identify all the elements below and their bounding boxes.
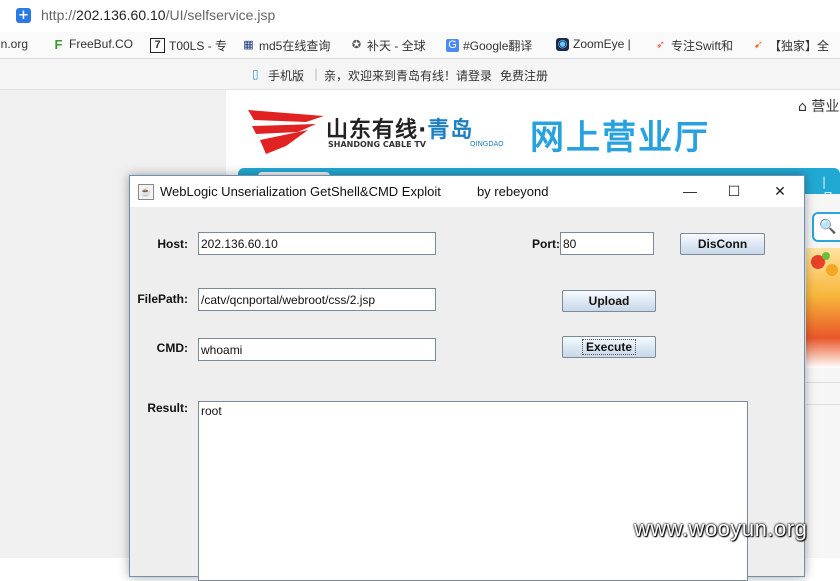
bookmark-label: T00LS - 专 — [169, 39, 228, 53]
watermark: www.wooyun.org — [634, 516, 808, 541]
bookmark-label: ZoomEye | — [573, 37, 631, 51]
logo-english: SHANDONG CABLE TV — [328, 140, 426, 149]
bookmark-un[interactable]: un.org — [0, 37, 28, 51]
bookmark-butian[interactable]: ✪ 补天 - 全球 — [350, 37, 426, 54]
bookmark-md5[interactable]: ▦ md5在线查询 — [242, 37, 330, 54]
grid-icon: ▦ — [243, 39, 254, 51]
execute-button[interactable]: Execute — [562, 336, 656, 358]
bookmark-zoomeye[interactable]: ◉ ZoomEye | — [556, 37, 631, 51]
bookmark-t00ls[interactable]: 7 T00LS - 专 — [150, 37, 227, 54]
java-icon: ☕ — [138, 184, 154, 200]
divider — [806, 382, 840, 383]
url-prefix: http:// — [41, 7, 77, 23]
port-label: Port: — [532, 237, 560, 251]
site-topbar: ▯ 手机版 | 亲，欢迎来到青岛有线！请 登录 免费注册 — [0, 59, 840, 90]
address-bar[interactable]: + http://202.136.60.10/UI/selfservice.js… — [0, 0, 840, 33]
search-icon[interactable]: 🔍 — [812, 212, 840, 242]
result-textarea[interactable]: root — [198, 401, 748, 581]
logo-city: 青岛 — [427, 118, 474, 143]
login-link[interactable]: 登录 — [468, 67, 492, 84]
logo-english-city: QINGDAO — [470, 140, 504, 148]
url-text[interactable]: http://202.136.60.10/UI/selfservice.jsp — [41, 7, 275, 23]
filepath-label: FilePath: — [137, 292, 188, 306]
bookmark-label: #Google翻译 — [463, 39, 533, 53]
window-title: WebLogic Unserialization GetShell&CMD Ex… — [160, 184, 549, 199]
bookmark-google-translate[interactable]: G #Google翻译 — [446, 37, 532, 54]
bookmark-label: 【独家】全 — [769, 39, 830, 53]
host-label: Host: — [157, 237, 188, 251]
site-info-icon[interactable]: + — [16, 8, 31, 23]
bookmark-label: FreeBuf.CO — [69, 37, 134, 51]
translate-icon: G — [446, 39, 459, 52]
maximize-button[interactable]: ☐ — [714, 180, 754, 202]
bookmark-label: 专注Swift和 — [671, 39, 734, 53]
upload-button[interactable]: Upload — [562, 290, 656, 312]
cmd-input[interactable]: whoami — [198, 338, 436, 361]
bookmark-freebuf[interactable]: F FreeBuf.CO — [52, 36, 134, 52]
cmd-label: CMD: — [156, 341, 188, 355]
topbar-divider: | — [314, 67, 319, 81]
bookmark-swift[interactable]: ➶ 专注Swift和 — [654, 37, 733, 54]
promo-decoration — [811, 252, 838, 276]
minimize-button[interactable]: — — [670, 180, 710, 202]
freebuf-icon: F — [54, 36, 63, 52]
home-icon: ⌂ — [798, 99, 807, 115]
welcome-text: 亲，欢迎来到青岛有线！请 — [324, 69, 469, 83]
port-input[interactable]: 80 — [560, 232, 654, 255]
eye-icon: ◉ — [556, 37, 569, 51]
url-host: 202.136.60.10 — [76, 7, 166, 23]
host-input[interactable]: 202.136.60.10 — [198, 232, 436, 255]
bookmark-label: un.org — [0, 37, 29, 51]
window-titlebar[interactable]: ☕ WebLogic Unserialization GetShell&CMD … — [130, 176, 804, 207]
bookmark-label: md5在线查询 — [259, 39, 331, 53]
close-button[interactable]: ✕ — [760, 180, 800, 202]
mobile-icon: ▯ — [252, 67, 259, 81]
butian-icon: ✪ — [351, 39, 362, 51]
swift-icon: ➶ — [655, 39, 666, 51]
bookmark-label: 补天 - 全球 — [367, 39, 426, 53]
shandong-cable-logo — [248, 110, 324, 154]
filepath-input[interactable]: /catv/qcnportal/webroot/css/2.jsp — [198, 288, 436, 311]
register-link[interactable]: 免费注册 — [500, 67, 548, 84]
url-path: /UI/selfservice.jsp — [165, 7, 276, 23]
home-link-label: 营业 — [811, 99, 840, 115]
t00ls-icon: 7 — [150, 38, 165, 53]
divider — [806, 404, 840, 405]
home-link[interactable]: ⌂ 营业 — [798, 96, 839, 116]
execute-button-label: Execute — [581, 339, 637, 355]
result-label: Result: — [147, 401, 188, 415]
bookmarks-bar: un.org F FreeBuf.CO 7 T00LS - 专 ▦ md5在线查… — [0, 32, 840, 59]
disconnect-button[interactable]: DisConn — [680, 233, 765, 255]
bookmark-exclusive[interactable]: ➹ 【独家】全 — [752, 37, 829, 54]
mobile-link[interactable]: 手机版 — [268, 67, 304, 84]
bird-icon: ➹ — [753, 39, 764, 51]
online-hall-title: 网上营业厅 — [530, 118, 710, 158]
